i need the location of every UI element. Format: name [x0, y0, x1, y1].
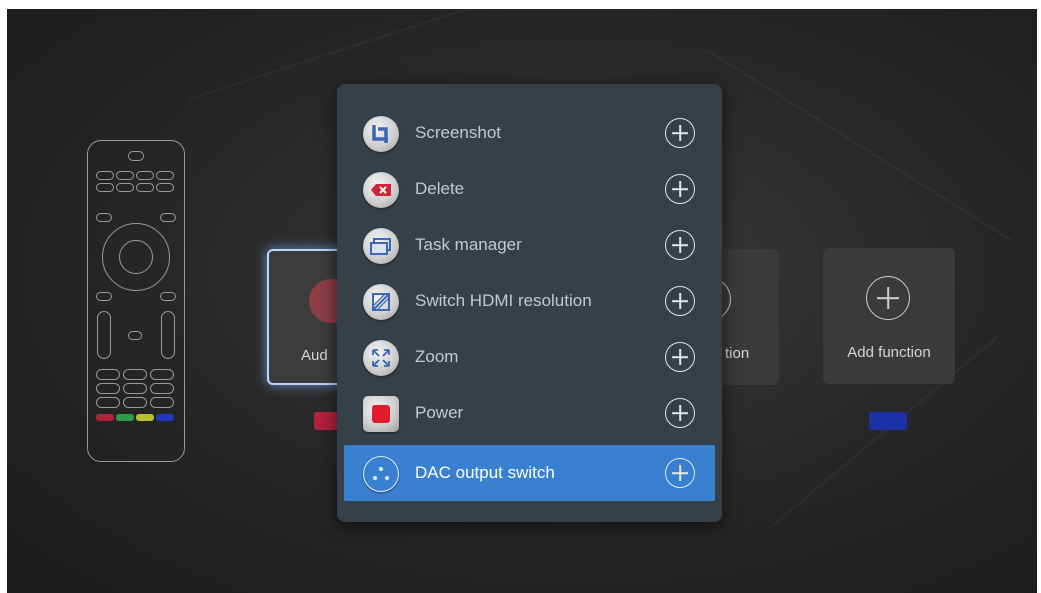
remote-key [160, 292, 176, 301]
bg-decoration [705, 49, 1013, 242]
remote-key [123, 397, 147, 408]
remote-key [150, 397, 174, 408]
remote-green-key [116, 414, 134, 421]
remote-key [156, 183, 174, 192]
menu-item-task-manager[interactable]: Task manager [344, 217, 715, 273]
power-icon [363, 396, 399, 432]
remote-key [96, 397, 120, 408]
menu-item-switch-hdmi-resolution[interactable]: Switch HDMI resolution [344, 273, 715, 329]
add-circle-icon[interactable] [665, 398, 695, 428]
remote-key [116, 183, 134, 192]
remote-blue-key [156, 414, 174, 421]
function-tile-label: Add function [847, 344, 931, 361]
remote-key [150, 383, 174, 394]
remote-key [96, 171, 114, 180]
add-circle-icon[interactable] [665, 174, 695, 204]
remote-volume-rocker [97, 311, 111, 359]
blue-key-indicator [869, 412, 907, 430]
remote-key [116, 171, 134, 180]
remote-key [156, 171, 174, 180]
resolution-icon [363, 284, 399, 320]
remote-key [136, 183, 154, 192]
menu-item-label: Screenshot [415, 123, 501, 142]
add-circle-icon[interactable] [665, 342, 695, 372]
menu-item-zoom[interactable]: Zoom [344, 329, 715, 385]
add-circle-icon[interactable] [665, 286, 695, 316]
remote-channel-rocker [161, 311, 175, 359]
function-tile-label: tion [725, 345, 750, 362]
menu-item-power[interactable]: Power [344, 385, 715, 441]
expand-arrows-icon [363, 340, 399, 376]
windows-icon [363, 228, 399, 264]
remote-key [96, 213, 112, 222]
remote-key [150, 369, 174, 380]
menu-item-label: Switch HDMI resolution [415, 291, 592, 310]
add-circle-icon[interactable] [665, 118, 695, 148]
remote-key [123, 369, 147, 380]
menu-item-dac-output-switch[interactable]: DAC output switch [344, 445, 715, 501]
add-icon [866, 276, 910, 320]
add-circle-icon[interactable] [665, 230, 695, 260]
remote-yellow-key [136, 414, 154, 421]
add-circle-icon[interactable] [665, 458, 695, 488]
remote-illustration [87, 140, 185, 462]
remote-ok-button [119, 240, 153, 274]
remote-key [96, 383, 120, 394]
crop-icon [363, 116, 399, 152]
menu-item-delete[interactable]: Delete [344, 161, 715, 217]
menu-item-label: Delete [415, 179, 465, 198]
remote-key [128, 331, 142, 340]
menu-item-label: Power [415, 403, 464, 422]
audio-output-icon [363, 456, 399, 492]
menu-item-label: Zoom [415, 347, 459, 366]
function-tile-add-function[interactable]: Add function [823, 248, 955, 384]
tv-screen: Aud tion Add function Screenshot Delete … [7, 9, 1037, 593]
function-picker-popup: Screenshot Delete Task manager Switch HD… [337, 84, 722, 522]
remote-key [136, 171, 154, 180]
menu-item-screenshot[interactable]: Screenshot [344, 105, 715, 161]
menu-item-label: DAC output switch [415, 463, 555, 482]
remote-power-button [128, 151, 144, 161]
remote-key [160, 213, 176, 222]
remote-key [123, 383, 147, 394]
remote-key [96, 183, 114, 192]
remote-key [96, 292, 112, 301]
remote-key [96, 369, 120, 380]
backspace-icon [363, 172, 399, 208]
remote-red-key [96, 414, 114, 421]
menu-item-label: Task manager [415, 235, 522, 254]
